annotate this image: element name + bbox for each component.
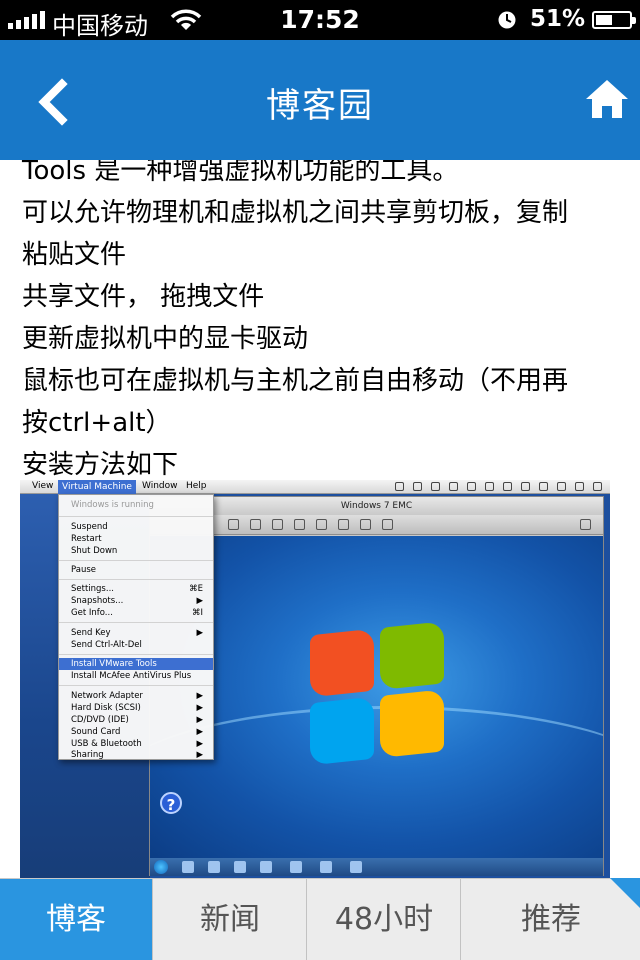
menu-item-shut-down[interactable]: Shut Down [71,545,211,557]
menu-item-pause[interactable]: Pause [71,564,211,576]
battery-percent: 51% [530,6,586,32]
menubar-help[interactable]: Help [186,481,207,491]
menu-item-settings[interactable]: Settings... ⌘E [71,583,211,595]
article-content: Tools 是一种增强虚拟机功能的工具。 可以允许物理机和虚拟机之间共享剪切板，… [0,160,640,878]
menu-item-usb-bluetooth[interactable]: USB & Bluetooth ▶ [71,738,211,750]
vm-toolbar [150,515,603,535]
battery-icon [592,11,636,29]
mac-menubar: View Virtual Machine Window Help [20,480,610,494]
menu-item-install-vmware-tools[interactable]: Install VMware Tools [59,658,213,670]
menu-item-suspend[interactable]: Suspend [71,521,211,533]
menu-item-install-mcafee[interactable]: Install McAfee AntiVirus Plus [71,670,211,682]
menu-item-sharing[interactable]: Sharing ▶ [71,750,211,760]
menu-item-sound-card[interactable]: Sound Card ▶ [71,726,211,738]
tab-bar: 博客 新闻 48小时 推荐 [0,878,640,960]
menu-item-send-ctrl-alt-del[interactable]: Send Ctrl-Alt-Del [71,639,211,651]
article-line: 鼠标也可在虚拟机与主机之前自由移动（不用再 [22,366,569,396]
menubar-tray [395,482,602,491]
menu-status: Windows is running [71,500,154,510]
virtual-machine-menu: Windows is running Suspend Restart Shut … [58,494,214,760]
windows-taskbar [150,858,603,876]
windows7-desktop: ? [150,536,603,858]
menu-item-restart[interactable]: Restart [71,533,211,545]
menu-item-network-adapter[interactable]: Network Adapter ▶ [71,690,211,702]
home-icon[interactable] [584,78,630,120]
tab-blog[interactable]: 博客 [0,879,153,960]
menu-item-hard-disk[interactable]: Hard Disk (SCSI) ▶ [71,702,211,714]
article-text: Tools 是一种增强虚拟机功能的工具。 可以允许物理机和虚拟机之间共享剪切板，… [22,160,622,486]
menu-item-cd-dvd[interactable]: CD/DVD (IDE) ▶ [71,714,211,726]
article-line: 可以允许物理机和虚拟机之间共享剪切板，复制 [22,198,569,228]
article-line: 更新虚拟机中的显卡驱动 [22,324,309,354]
article-screenshot: Windows 7 EMC ? View Virtual Machine Win… [20,480,610,878]
menubar-view[interactable]: View [32,481,53,491]
nav-bar: 博客园 [0,40,640,160]
menu-item-get-info[interactable]: Get Info... ⌘I [71,607,211,619]
tab-48-hours[interactable]: 48小时 [308,879,461,960]
menubar-virtual-machine[interactable]: Virtual Machine [58,480,136,494]
vm-window-title: Windows 7 EMC [150,497,603,515]
article-line: 按ctrl+alt） [22,408,172,438]
alarm-clock-icon [498,11,516,29]
article-line: Tools 是一种增强虚拟机功能的工具。 [22,160,459,186]
tab-news[interactable]: 新闻 [154,879,307,960]
vm-window: Windows 7 EMC ? [149,496,604,876]
start-button-icon [154,860,168,874]
status-bar: 中国移动 17:52 51% [0,0,640,40]
windows-logo-icon [310,621,450,776]
menubar-window[interactable]: Window [142,481,178,491]
help-icon: ? [160,792,182,814]
article-line: 粘贴文件 [22,240,127,270]
menu-item-send-key[interactable]: Send Key ▶ [71,627,211,639]
article-line: 共享文件， 拖拽文件 [22,282,265,312]
page-title: 博客园 [266,86,374,126]
corner-triangle-icon [610,878,640,908]
menu-item-snapshots[interactable]: Snapshots... ▶ [71,595,211,607]
